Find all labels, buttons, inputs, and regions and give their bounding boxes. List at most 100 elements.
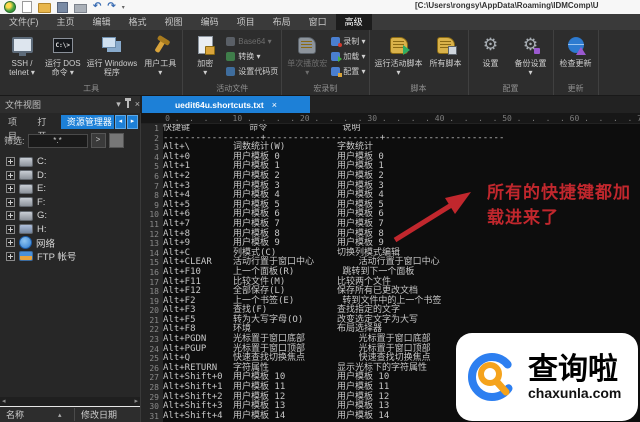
expand-plus-icon[interactable]: [6, 251, 15, 261]
expand-plus-icon[interactable]: [6, 157, 15, 167]
base64-button: Base64 ▾: [226, 35, 278, 48]
tree-item-label: G:: [37, 210, 48, 222]
close-panel-icon[interactable]: ×: [135, 100, 140, 109]
print-icon[interactable]: [74, 3, 87, 13]
line-number: 8: [141, 191, 163, 201]
configure-macro-button[interactable]: 配置 ▾: [331, 65, 366, 78]
drive-icon: [19, 197, 33, 208]
expand-plus-icon[interactable]: [6, 170, 15, 180]
command-cell: 用户模板 14: [233, 410, 286, 421]
chaxunla-logo-icon: [468, 353, 516, 401]
tab-scroll-right-icon[interactable]: ▸: [126, 114, 139, 129]
new-file-icon[interactable]: [22, 1, 32, 13]
open-folder-icon[interactable]: [38, 3, 51, 13]
line-number: 20: [141, 306, 163, 316]
filter-input[interactable]: *.*: [27, 133, 88, 148]
tree-item[interactable]: F:: [0, 196, 140, 210]
column-name[interactable]: 名称: [0, 408, 58, 421]
run-windows-program-button[interactable]: 运行 Windows 程序: [85, 32, 140, 83]
line-number: 17: [141, 277, 163, 288]
tab-scroll-left-icon[interactable]: ◂: [114, 114, 126, 129]
redo-icon[interactable]: ↷: [107, 2, 115, 12]
document-tab[interactable]: uedit64u.shortcuts.txt ×: [142, 96, 310, 113]
tree-item[interactable]: E:: [0, 182, 140, 196]
backup-settings-icon: ⚙: [522, 34, 541, 55]
record-macro-button[interactable]: 录制 ▾: [331, 35, 366, 48]
ultraedit-window: ↶ ↷ ▾ [C:\Users\rongsy\AppData\Roaming\I…: [0, 0, 640, 422]
expand-plus-icon[interactable]: [6, 224, 15, 234]
browse-folder-button[interactable]: [108, 133, 124, 148]
expand-plus-icon[interactable]: [6, 211, 15, 221]
tab-explorer[interactable]: 资源管理器: [60, 114, 114, 129]
line-number: 22: [141, 325, 163, 336]
tree-item[interactable]: 网络: [0, 236, 140, 250]
save-icon[interactable]: [57, 1, 68, 13]
ribbon-group-scripts: 运行活动脚本 ▾ 所有脚本 脚本: [370, 30, 469, 95]
menu-project[interactable]: 项目: [228, 14, 264, 30]
line-number: 24: [141, 344, 163, 355]
tree-item[interactable]: G:: [0, 209, 140, 223]
tree-item[interactable]: FTP 帐号: [0, 250, 140, 263]
line-number: 18: [141, 287, 163, 297]
line-number: 21: [141, 315, 163, 326]
load-macro-icon: [331, 52, 343, 62]
scroll-right-icon[interactable]: ▸: [134, 397, 138, 406]
line-number: 5: [141, 162, 163, 172]
text-line: 21 Alt+F5 转为大写字母(O) 改变选定文字为大写: [141, 315, 640, 326]
column-modified-date[interactable]: 修改日期: [74, 408, 140, 421]
panel-menu-caret-icon[interactable]: ▾: [116, 100, 121, 109]
close-tab-icon[interactable]: ×: [272, 100, 277, 110]
annotation-text: 所有的快捷键都加载进来了: [487, 183, 631, 227]
line-number: 10: [141, 210, 163, 220]
load-macro-button[interactable]: 加载 ▾: [331, 50, 366, 63]
convert-button[interactable]: 转换 ▾: [226, 50, 278, 63]
encrypt-button[interactable]: 加密 ▾: [186, 32, 224, 83]
tree-item[interactable]: H:: [0, 223, 140, 237]
tree-item[interactable]: C:: [0, 155, 140, 169]
pin-icon[interactable]: [124, 98, 131, 108]
check-updates-button[interactable]: 检查更新: [557, 32, 595, 83]
line-number: 4: [141, 152, 163, 163]
menu-format[interactable]: 格式: [120, 14, 156, 30]
ribbon-group-label: 宏录制: [313, 84, 338, 93]
base64-icon: [226, 37, 236, 46]
windows-program-icon: [102, 36, 117, 48]
horizontal-scrollbar[interactable]: ◂ ▸: [0, 397, 140, 406]
tree-item[interactable]: D:: [0, 169, 140, 183]
menu-encoding[interactable]: 编码: [192, 14, 228, 30]
shortcut-key-cell: Alt+Shift+4: [163, 410, 223, 421]
line-number: 15: [141, 258, 163, 268]
text-line: 3 Alt+\ 词数统计(W) 字数统计: [141, 143, 640, 153]
ribbon-group-active-file: 加密 ▾ Base64 ▾ 转换 ▾ 设置代码页 活动文件: [183, 30, 283, 95]
set-codepage-button[interactable]: 设置代码页: [226, 65, 278, 78]
all-scripts-button[interactable]: 所有脚本: [427, 32, 465, 83]
ssh-telnet-button[interactable]: SSH / telnet ▾: [3, 32, 41, 83]
convert-icon: [226, 52, 236, 61]
expand-plus-icon[interactable]: [6, 238, 15, 248]
menubar: 文件(F) 主页 编辑 格式 视图 编码 项目 布局 窗口 高级: [0, 14, 640, 30]
expand-plus-icon[interactable]: [6, 184, 15, 194]
tab-open[interactable]: 打开: [31, 115, 59, 141]
run-dos-command-button[interactable]: C:\> 运行 DOS 命令 ▾: [43, 32, 83, 83]
drive-h-icon: [19, 224, 33, 235]
menu-advanced[interactable]: 高级: [335, 14, 372, 30]
menu-file[interactable]: 文件(F): [0, 14, 48, 30]
tree-item-label: D:: [37, 169, 47, 181]
menu-layout[interactable]: 布局: [264, 14, 300, 30]
undo-icon[interactable]: ↶: [93, 2, 101, 12]
menu-edit[interactable]: 编辑: [84, 14, 120, 30]
qat-customize-caret-icon[interactable]: ▾: [122, 4, 125, 11]
settings-button[interactable]: ⚙ 设置: [472, 32, 510, 83]
menu-window[interactable]: 窗口: [300, 14, 336, 30]
user-tools-button[interactable]: 用户工具 ▾: [141, 32, 179, 83]
backup-settings-button[interactable]: ⚙ 备份设置 ▾: [512, 32, 550, 83]
tab-project[interactable]: 项目: [2, 115, 30, 141]
expand-plus-icon[interactable]: [6, 197, 15, 207]
app-logo-icon[interactable]: [4, 1, 16, 13]
filter-go-button[interactable]: >: [90, 133, 106, 148]
menu-view[interactable]: 视图: [156, 14, 192, 30]
configure-macro-icon: [331, 67, 343, 77]
menu-home[interactable]: 主页: [48, 14, 84, 30]
run-active-script-button[interactable]: 运行活动脚本 ▾: [373, 32, 425, 83]
scroll-left-icon[interactable]: ◂: [2, 397, 6, 406]
